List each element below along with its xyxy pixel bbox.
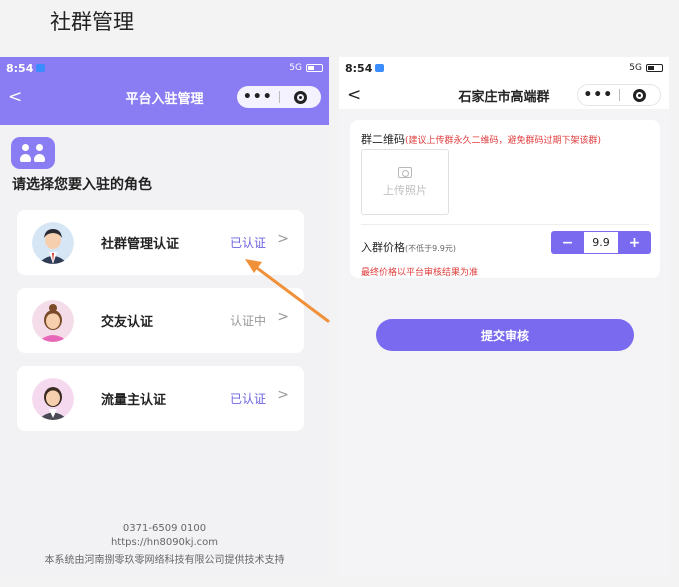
nav-bar: < 平台入驻管理 •••	[0, 83, 329, 111]
footer-url[interactable]: https://hn8090kj.com	[0, 537, 329, 548]
price-note: 最终价格以平台审核结果为准	[361, 268, 479, 278]
footer-phone: 0371-6509 0100	[122, 523, 207, 534]
role-status: 已认证	[229, 392, 266, 406]
upload-photo-label: 上传照片	[383, 183, 427, 197]
status-icons: 5G	[629, 63, 663, 73]
price-stepper: − +	[551, 231, 651, 254]
role-name: 社群管理认证	[101, 237, 180, 252]
close-target-icon	[633, 88, 647, 102]
increase-button[interactable]: +	[618, 231, 651, 254]
people-icon	[11, 137, 55, 169]
nav-bar: < 石家庄市高端群 •••	[339, 81, 669, 109]
signal-icon: 5G	[629, 63, 642, 73]
chevron-right-icon: >	[277, 231, 289, 247]
more-button[interactable]: •••	[578, 85, 619, 105]
role-heading: 请选择您要入驻的角色	[12, 177, 152, 193]
qr-hint: (建议上传群永久二维码，避免群码过期下架该群)	[405, 136, 602, 146]
role-status: 已认证	[229, 236, 266, 250]
man-in-suit-icon	[32, 222, 74, 264]
woman-pink-icon	[32, 300, 74, 342]
mini-program-capsule: •••	[237, 86, 321, 108]
right-header: 8:54 5G < 石家庄市高端群 •••	[339, 57, 669, 109]
left-header: 8:54 5G < 平台入驻管理 •••	[0, 57, 329, 125]
role-card-dating[interactable]: 交友认证 认证中 >	[17, 288, 304, 353]
status-time: 8:54	[345, 61, 373, 75]
app-notification-icon	[375, 64, 385, 72]
status-time: 8:54	[6, 61, 34, 75]
status-bar: 8:54 5G	[0, 57, 329, 79]
price-label: 入群价格(不低于9.9元)	[361, 239, 456, 255]
footer-company: 本系统由河南捌零玖零网络科技有限公司提供技术支持	[44, 555, 285, 566]
close-target-icon	[293, 90, 307, 104]
battery-icon	[646, 64, 663, 72]
close-button[interactable]	[280, 86, 322, 108]
more-button[interactable]: •••	[237, 86, 279, 108]
role-name: 交友认证	[101, 315, 154, 330]
camera-icon	[398, 166, 412, 178]
decrease-button[interactable]: −	[551, 231, 584, 254]
left-phone-screen: 8:54 5G < 平台入驻管理 ••• 请选择您要入驻的角色 社群管理认证 已…	[0, 57, 329, 577]
more-dots-icon: •••	[242, 89, 273, 105]
avatar	[32, 300, 74, 342]
back-button[interactable]: <	[8, 87, 22, 107]
price-label-text: 入群价格	[361, 241, 405, 254]
price-min-hint: (不低于9.9元)	[405, 244, 456, 253]
more-dots-icon: •••	[583, 87, 614, 103]
woman-suit-icon	[32, 378, 74, 420]
role-card-traffic[interactable]: 流量主认证 已认证 >	[17, 366, 304, 431]
chevron-right-icon: >	[277, 387, 289, 403]
upload-photo-button[interactable]: 上传照片	[361, 149, 449, 215]
chevron-right-icon: >	[277, 309, 289, 325]
right-phone-screen: 8:54 5G < 石家庄市高端群 ••• 群二维码(建议上传群永久二维码，避免…	[339, 57, 669, 577]
avatar	[32, 222, 74, 264]
role-name: 流量主认证	[101, 393, 167, 408]
submit-review-button[interactable]: 提交审核	[376, 319, 634, 351]
battery-icon	[306, 64, 323, 72]
slide-title: 社群管理	[50, 10, 134, 34]
close-button[interactable]	[620, 85, 661, 105]
qr-code-label: 群二维码(建议上传群永久二维码，避免群码过期下架该群)	[361, 131, 601, 147]
divider	[361, 224, 649, 225]
role-status: 认证中	[229, 314, 266, 328]
back-button[interactable]: <	[347, 85, 361, 105]
status-bar: 8:54 5G	[339, 57, 669, 79]
price-input[interactable]	[584, 231, 618, 254]
avatar	[32, 378, 74, 420]
signal-icon: 5G	[289, 63, 302, 73]
status-icons: 5G	[289, 63, 323, 73]
app-notification-icon	[36, 64, 46, 72]
group-form-card: 群二维码(建议上传群永久二维码，避免群码过期下架该群) 上传照片 入群价格(不低…	[350, 120, 660, 278]
qr-label-text: 群二维码	[361, 133, 405, 146]
mini-program-capsule: •••	[577, 84, 661, 106]
role-card-community[interactable]: 社群管理认证 已认证 >	[17, 210, 304, 275]
